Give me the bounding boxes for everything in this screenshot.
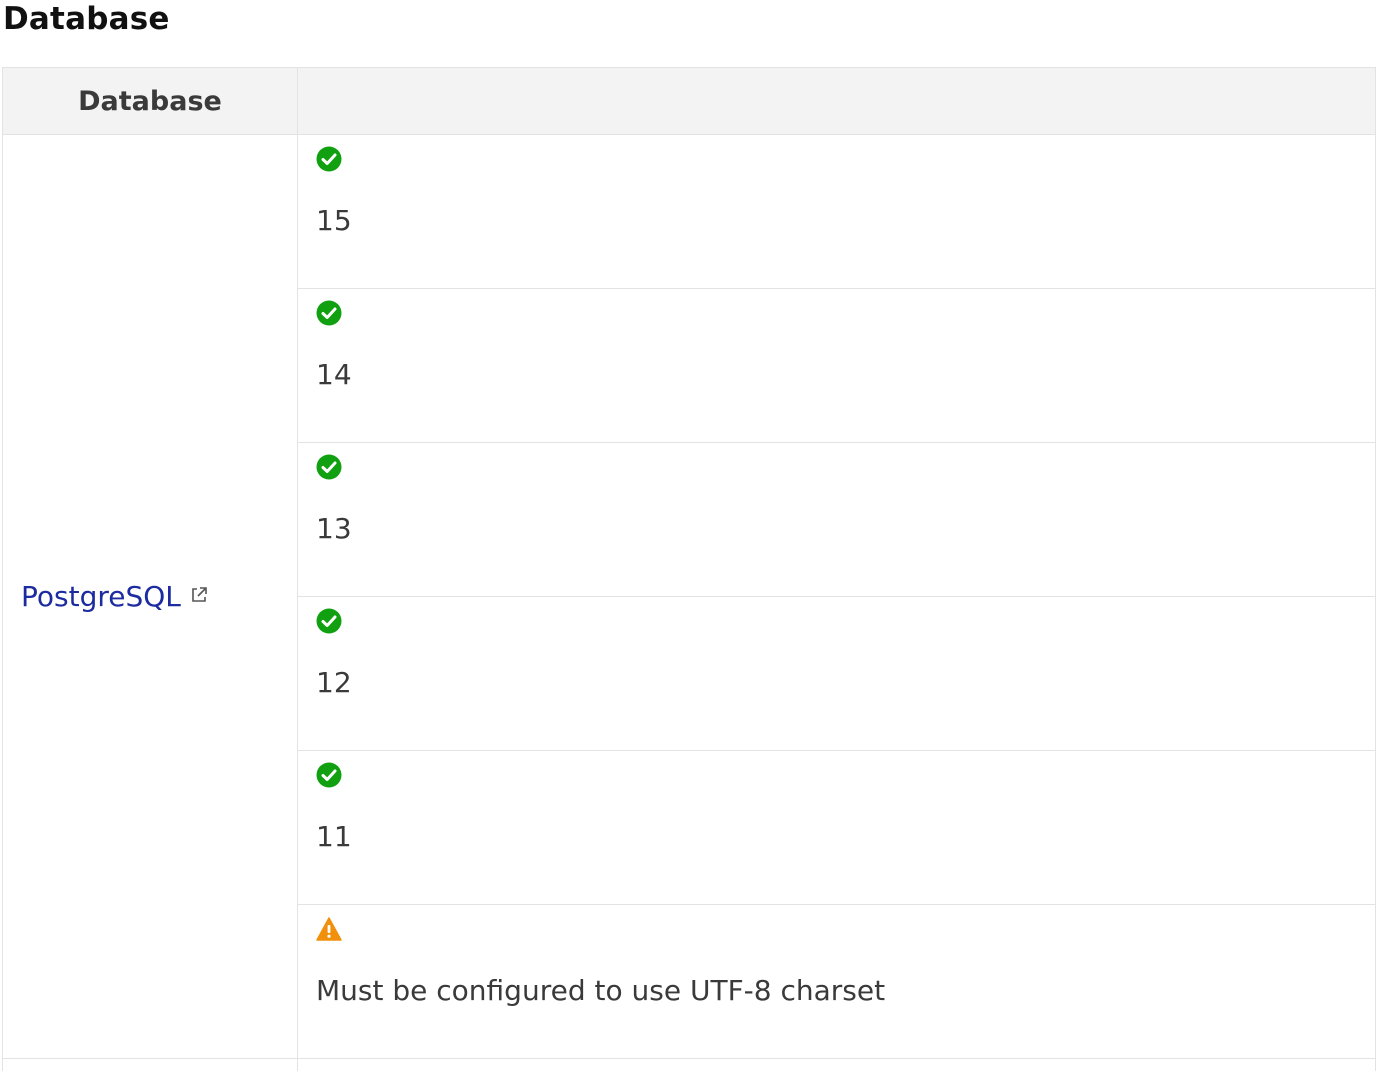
postgresql-link[interactable]: PostgreSQL — [21, 580, 208, 613]
database-support-table: Database PostgreSQL 15 14 13 12 11 Must … — [2, 67, 1376, 1071]
check-circle-icon — [316, 454, 342, 480]
version-cell: 12 — [297, 596, 1376, 751]
check-circle-icon — [316, 146, 342, 172]
empty-cell — [297, 1058, 1376, 1071]
database-cell: PostgreSQL — [2, 134, 298, 1059]
header-database: Database — [2, 67, 298, 135]
header-details — [297, 67, 1376, 135]
check-circle-icon — [316, 608, 342, 634]
table-row — [2, 1058, 1376, 1071]
note-cell: Must be configured to use UTF-8 charset — [297, 904, 1376, 1059]
external-link-icon — [192, 586, 207, 602]
version-text: 14 — [316, 358, 352, 391]
version-text: 13 — [316, 512, 352, 545]
section-title: Database — [3, 1, 170, 37]
version-cell: 11 — [297, 750, 1376, 905]
table-header-row: Database — [2, 67, 1376, 135]
version-text: 11 — [316, 820, 352, 853]
version-cell: 14 — [297, 288, 1376, 443]
version-text: 12 — [316, 666, 352, 699]
version-cell: 13 — [297, 442, 1376, 597]
database-name: PostgreSQL — [21, 580, 181, 613]
table-row: PostgreSQL 15 — [2, 134, 1376, 1059]
note-text: Must be configured to use UTF-8 charset — [316, 974, 886, 1007]
page: Database Database PostgreSQL 15 14 13 12… — [0, 0, 1381, 1074]
version-cell: 15 — [297, 134, 1376, 289]
warning-icon — [316, 917, 342, 941]
check-circle-icon — [316, 300, 342, 326]
empty-cell — [2, 1058, 298, 1071]
version-text: 15 — [316, 204, 352, 237]
check-circle-icon — [316, 762, 342, 788]
